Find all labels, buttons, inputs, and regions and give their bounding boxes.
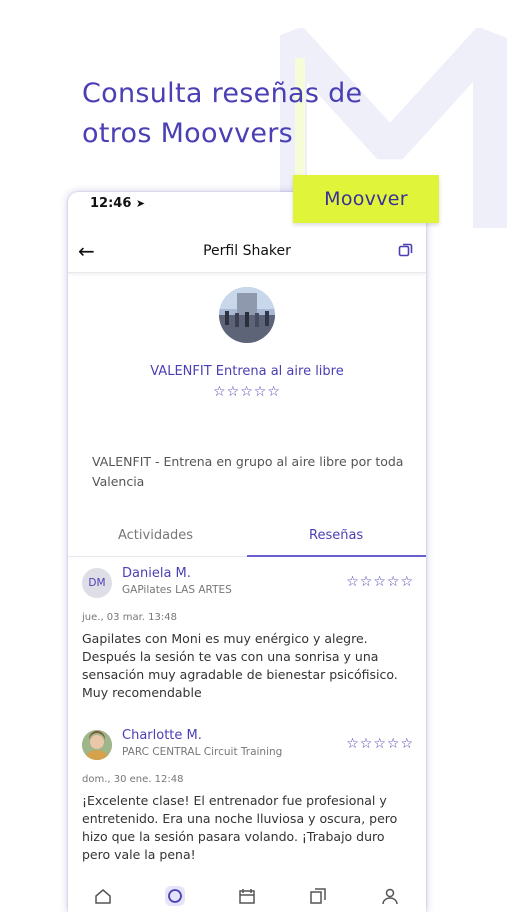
profile-description: VALENFIT - Entrena en grupo al aire libr…	[92, 454, 404, 489]
profile-avatar	[219, 287, 275, 343]
review-activity: GAPilates LAS ARTES	[122, 584, 232, 596]
phone-frame: 12:46 ➤ ← Perfil Shaker VALENFIT Entrena…	[68, 192, 426, 912]
review-text: ¡Excelente clase! El entrenador fue prof…	[82, 793, 398, 862]
moovver-tag: Moovver	[293, 175, 439, 223]
page-headline: Consulta reseñas de otros Moovvers	[82, 78, 363, 149]
review-activity: PARC CENTRAL Circuit Training	[122, 746, 283, 758]
status-time: 12:46	[90, 196, 132, 211]
bottom-navigation	[68, 882, 426, 912]
profile-name: VALENFIT Entrena al aire libre	[150, 364, 344, 379]
tab-bar: Actividades Reseñas	[68, 522, 426, 557]
active-tab-indicator	[247, 555, 426, 557]
review-stars: ☆☆☆☆☆	[346, 736, 414, 752]
tab-resenas[interactable]: Reseñas	[309, 528, 363, 543]
review-avatar-initials: DM	[82, 568, 112, 598]
search-icon[interactable]	[165, 886, 185, 906]
review-date: dom., 30 ene. 12:48	[82, 774, 184, 785]
calendar-icon[interactable]	[237, 886, 257, 906]
app-bar-title: Perfil Shaker	[203, 243, 291, 259]
profile-rating-stars: ☆☆☆☆☆	[213, 384, 281, 400]
location-arrow-icon: ➤	[135, 197, 146, 210]
pages-icon[interactable]	[308, 886, 328, 906]
review-text: Gapilates con Moni es muy enérgico y ale…	[82, 631, 398, 700]
tab-actividades[interactable]: Actividades	[118, 528, 193, 543]
back-arrow-icon[interactable]: ←	[78, 239, 95, 263]
home-icon[interactable]	[93, 886, 113, 906]
reviewer-name[interactable]: Charlotte M.	[122, 728, 202, 743]
review-avatar-photo	[82, 730, 112, 760]
app-bar: ← Perfil Shaker	[68, 230, 426, 273]
review-stars: ☆☆☆☆☆	[346, 574, 414, 590]
reviewer-name[interactable]: Daniela M.	[122, 566, 191, 581]
profile-icon[interactable]	[380, 886, 400, 906]
copy-icon[interactable]	[398, 242, 414, 262]
review-date: jue., 03 mar. 13:48	[82, 612, 177, 623]
status-bar: 12:46 ➤	[90, 196, 145, 211]
